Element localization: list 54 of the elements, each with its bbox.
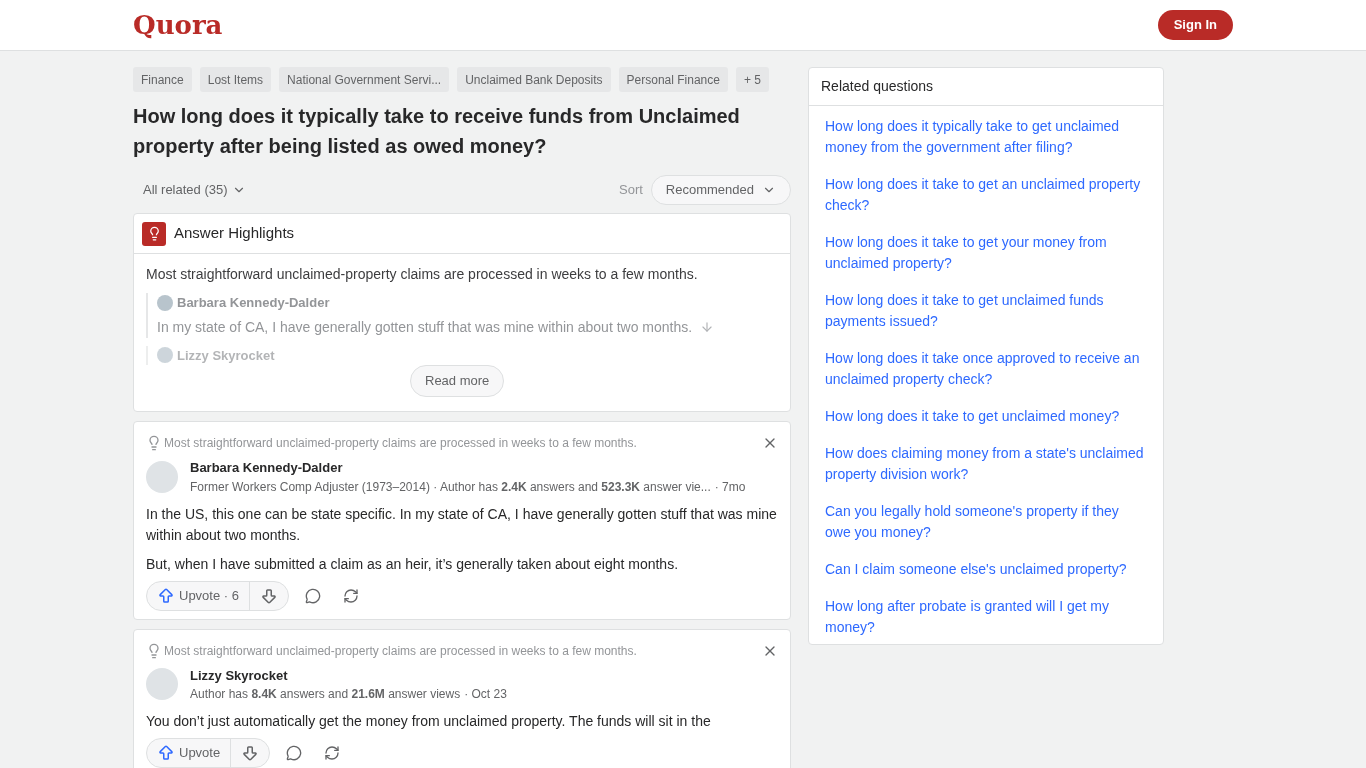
quote-text: In my state of CA, I have generally gotten stuff that was mine within about two months. [157,317,693,337]
related-question-link[interactable]: How long after probate is granted will I get my money? [825,596,1147,638]
highlight-text: Most straightforward unclaimed-property claims are processed in weeks to a few months. [164,435,637,452]
avatar-placeholder [146,668,178,701]
comment-icon [286,745,303,761]
downvote-arrow-icon [241,744,260,762]
share-icon [343,587,359,604]
topic-tag[interactable]: Finance [133,67,192,92]
avatar-placeholder [157,294,173,311]
author-credentials: Former Workers Comp Adjuster (1973–2014) · Author has 2.4K answers and 523.3K answer vie... [190,478,711,496]
answer-paragraph: In the US, this one can be state specific. In my state of CA, I have generally gotten stuff that was mine within about two months. [146,504,778,545]
highlight-summary: Most straightforward unclaimed-property claims are processed in weeks to a few months. [146,265,699,284]
answer-time[interactable]: · Oct 23 [464,685,507,703]
sort-label: Sort [619,181,643,200]
topic-tag[interactable]: Personal Finance [618,67,728,92]
author-credentials: Author has 8.4K answers and 21.6M answer views [190,686,461,703]
question-title: How long does it typically take to receive funds from Unclaimed property after being listed as owed money? [133,104,741,159]
quora-logo[interactable]: Quora [133,5,223,45]
sign-in-button[interactable]: Sign In [1157,10,1233,40]
share-icon [324,745,341,761]
related-question-link[interactable]: How long does it take once approved to receive an unclaimed property check? [825,348,1147,390]
sort-dropdown[interactable]: Recommended [650,175,791,205]
related-question-link[interactable]: How long does it take to get your money from unclaimed property? [825,232,1147,274]
related-question-link[interactable]: Can you legally hold someone's property if they owe you money? [825,501,1147,543]
read-more-button[interactable]: Read more [410,365,505,397]
avatar-placeholder [157,347,173,364]
related-question-link[interactable]: Can I claim someone else's unclaimed property? [825,559,1147,580]
lightbulb-icon [146,642,162,659]
upvote-arrow-icon [157,744,175,762]
answer-paragraph: But, when I have submitted a claim as an heir, it’s generally taken about eight months. [146,554,680,574]
filter-dropdown[interactable]: All related (35) [133,175,256,205]
topic-tag[interactable]: Unclaimed Bank Deposits [457,67,611,92]
highlights-title: Answer Highlights [174,223,295,244]
answer-time[interactable]: · 7mo [714,477,746,496]
related-question-link[interactable]: How long does it take to get an unclaimed property check? [825,174,1147,216]
comment-icon [305,587,321,604]
related-question-link[interactable]: How long does it take to get unclaimed funds payments issued? [825,290,1147,332]
related-question-link[interactable]: How long does it typically take to get unclaimed money from the government after filing? [825,116,1147,158]
author-name[interactable]: Lizzy Skyrocket [190,665,507,685]
lightbulb-icon [142,221,166,246]
upvote-arrow-icon [157,586,175,605]
lightbulb-icon [146,435,162,451]
answer-paragraph: You don’t just automatically get the money from unclaimed property. The funds will sit in the [146,712,712,731]
topic-tag[interactable]: National Government Servi... [279,67,450,92]
highlight-text: Most straightforward unclaimed-property claims are processed in weeks to a few months. [164,642,637,660]
quote-author[interactable]: Barbara Kennedy-Dalder [177,293,330,313]
avatar-placeholder [146,460,178,493]
card-title: Related questions [821,77,934,96]
related-question-link[interactable]: How does claiming money from a state's unclaimed property division work? [825,443,1147,485]
author-name[interactable]: Barbara Kennedy-Dalder [190,458,746,478]
topic-tag[interactable]: + 5 [735,67,769,92]
downvote-arrow-icon [260,586,278,605]
topic-tag[interactable]: Lost Items [199,67,272,92]
related-question-link[interactable]: How long does it take to get unclaimed money? [825,406,1147,427]
